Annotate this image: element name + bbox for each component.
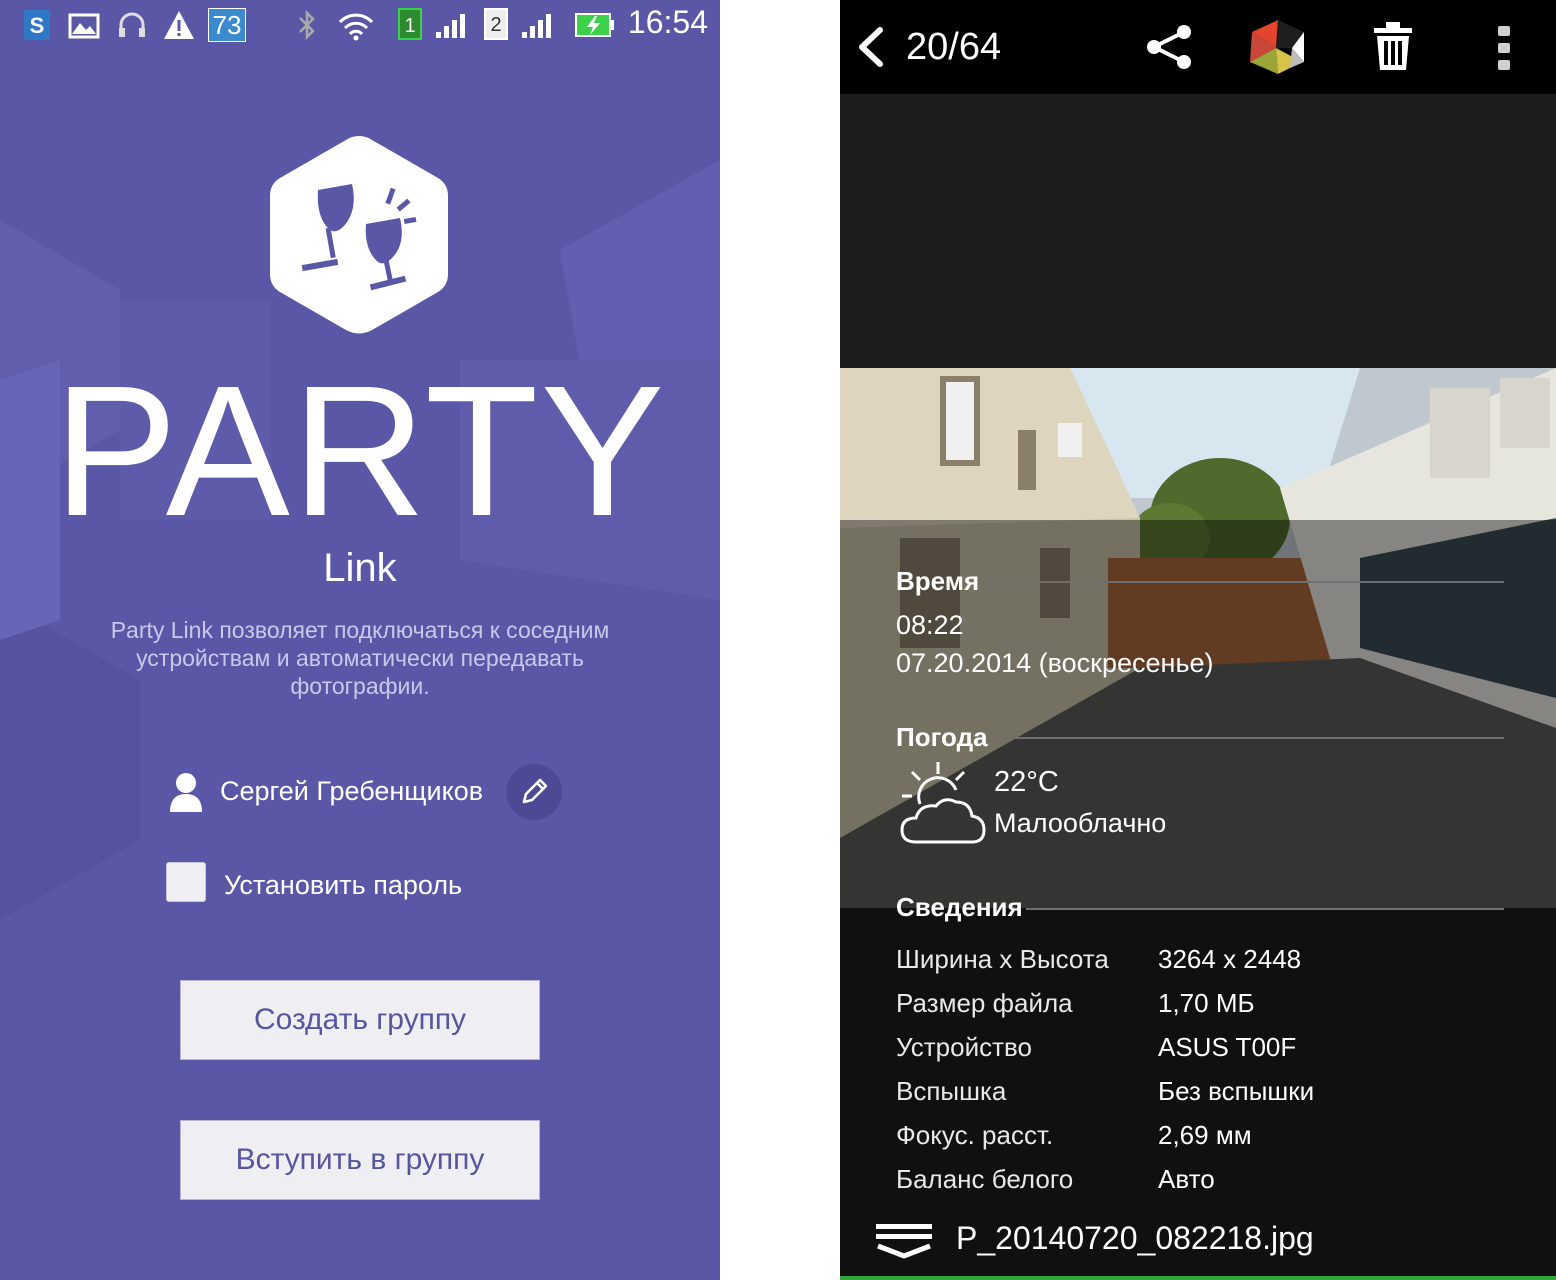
app-description: Party Link позволяет подключаться к сосе… (110, 617, 610, 699)
detail-label-whitebalance: Баланс белого (896, 1164, 1074, 1194)
time-divider (984, 581, 1504, 583)
detail-value-device: ASUS T00F (1158, 1032, 1297, 1062)
overflow-menu-icon[interactable] (1496, 24, 1512, 72)
edit-name-button[interactable] (506, 764, 562, 820)
detail-value-focal: 2,69 мм (1158, 1120, 1252, 1150)
photo-time: 08:22 (896, 610, 964, 640)
photo-date: 07.20.2014 (воскресенье) (896, 648, 1214, 678)
party-link-screen: S 73 1 2 16:54 PARTY Link Party Link поз… (0, 0, 720, 1280)
weather-badge-icon: 73 (208, 8, 246, 42)
detail-label-filesize: Размер файла (896, 988, 1073, 1018)
progress-accent-bar (840, 1276, 1556, 1280)
time-heading: Время (896, 566, 980, 596)
back-icon[interactable] (854, 26, 888, 68)
details-heading: Сведения (896, 892, 1023, 922)
detail-label-dimensions: Ширина x Высота (896, 944, 1109, 974)
share-icon[interactable] (1144, 22, 1194, 72)
detail-value-flash: Без вспышки (1158, 1076, 1315, 1106)
svg-text:S: S (30, 13, 45, 38)
user-icon (170, 773, 202, 812)
headset-icon (119, 12, 145, 37)
app-logo-icon[interactable] (1246, 18, 1306, 76)
sim2-label: 2 (484, 8, 508, 40)
set-password-label: Установить пароль (224, 870, 463, 900)
photo-filename: P_20140720_082218.jpg (956, 1220, 1314, 1256)
detail-label-device: Устройство (896, 1032, 1033, 1062)
status-time: 16:54 (627, 4, 708, 40)
battery-charging-icon (575, 13, 614, 37)
details-divider (1026, 908, 1504, 910)
pencil-icon (522, 778, 548, 804)
photo-counter: 20/64 (906, 26, 1002, 68)
detail-value-dimensions: 3264 x 2448 (1158, 944, 1302, 974)
top-toolbar: 20/64 (840, 0, 1556, 94)
party-link-logo (270, 136, 448, 334)
badge-number: 73 (212, 10, 242, 40)
s-app-icon: S (24, 10, 50, 40)
detail-label-flash: Вспышка (896, 1076, 1007, 1106)
partly-cloudy-icon (900, 762, 986, 844)
trash-icon[interactable] (1370, 20, 1416, 72)
wifi-icon (338, 13, 374, 41)
weather-divider (996, 737, 1504, 739)
photo-details-screen: 20/64 Время 08:22 07.20.2014 (воскресень… (840, 0, 1556, 1280)
detail-value-whitebalance: Авто (1158, 1164, 1215, 1194)
set-password-checkbox[interactable] (166, 862, 206, 902)
app-subtitle: Link (323, 546, 397, 590)
user-name: Сергей Гребенщиков (220, 776, 484, 806)
weather-condition: Малооблачно (994, 808, 1167, 838)
temperature: 22°C (994, 766, 1059, 798)
bluetooth-icon (299, 9, 315, 41)
join-group-button[interactable]: Вступить в группу (180, 1120, 540, 1200)
detail-label-focal: Фокус. расст. (896, 1120, 1054, 1150)
weather-heading: Погода (896, 722, 988, 752)
status-bar: S 73 1 2 16:54 (0, 0, 720, 50)
create-group-button[interactable]: Создать группу (180, 980, 540, 1060)
sim2-signal-icon: 2 (482, 8, 558, 42)
detail-value-filesize: 1,70 МБ (1158, 988, 1255, 1018)
sim1-label: 1 (398, 8, 422, 40)
collapse-panel-icon[interactable] (874, 1222, 934, 1260)
sim1-signal-icon: 1 (396, 8, 472, 42)
gallery-icon (68, 13, 100, 39)
app-title: PARTY (53, 348, 667, 555)
warning-icon (164, 11, 194, 39)
